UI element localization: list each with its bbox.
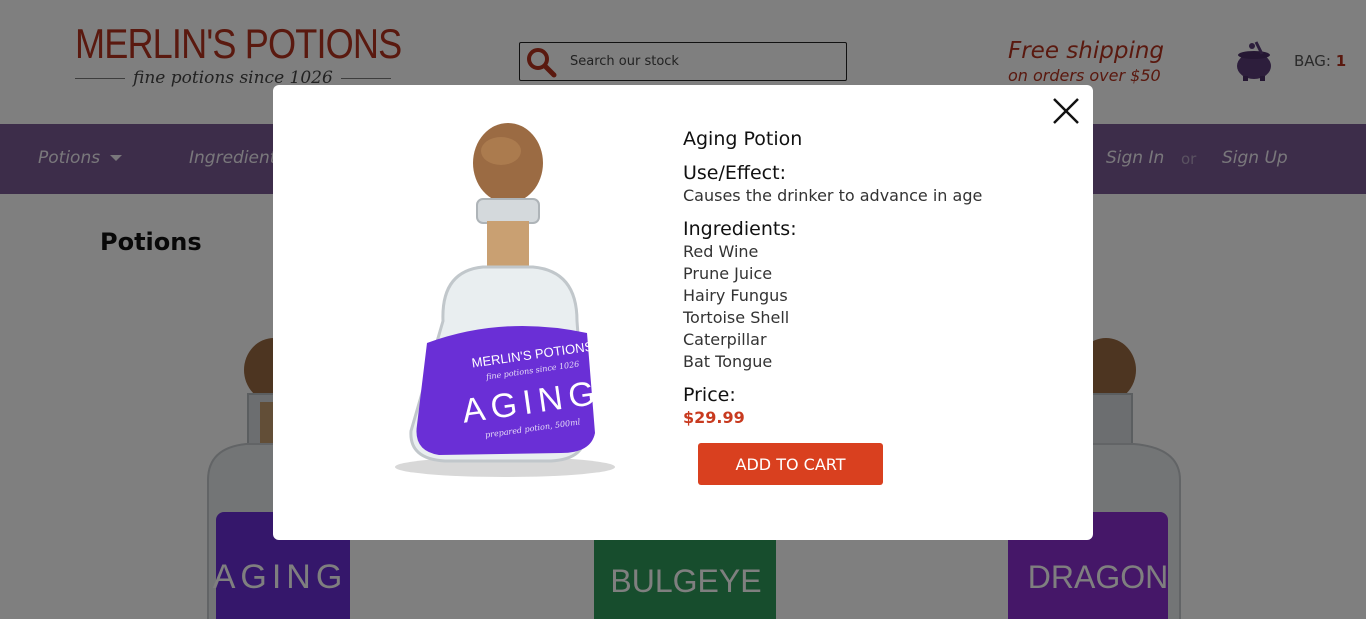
ingredient-item: Bat Tongue xyxy=(683,352,773,371)
use-effect-text: Causes the drinker to advance in age xyxy=(683,186,983,205)
price-heading: Price: xyxy=(683,384,736,406)
add-to-cart-button[interactable]: ADD TO CART xyxy=(698,443,883,485)
ingredient-item: Tortoise Shell xyxy=(683,308,790,327)
use-effect-heading: Use/Effect: xyxy=(683,162,786,184)
ingredient-item: Red Wine xyxy=(683,242,759,261)
product-detail-modal: MERLIN'S POTIONS fine potions since 1026… xyxy=(273,85,1093,540)
ingredient-item: Caterpillar xyxy=(683,330,767,349)
potion-bottle-image: MERLIN'S POTIONS fine potions since 1026… xyxy=(383,121,623,481)
close-icon[interactable] xyxy=(1050,95,1082,127)
ingredient-item: Hairy Fungus xyxy=(683,286,788,305)
product-name: Aging Potion xyxy=(683,128,803,150)
product-info: Aging Potion Use/Effect: Causes the drin… xyxy=(683,127,1043,429)
ingredients-heading: Ingredients: xyxy=(683,218,797,240)
ingredient-item: Prune Juice xyxy=(683,264,773,283)
product-price: $29.99 xyxy=(683,408,745,427)
